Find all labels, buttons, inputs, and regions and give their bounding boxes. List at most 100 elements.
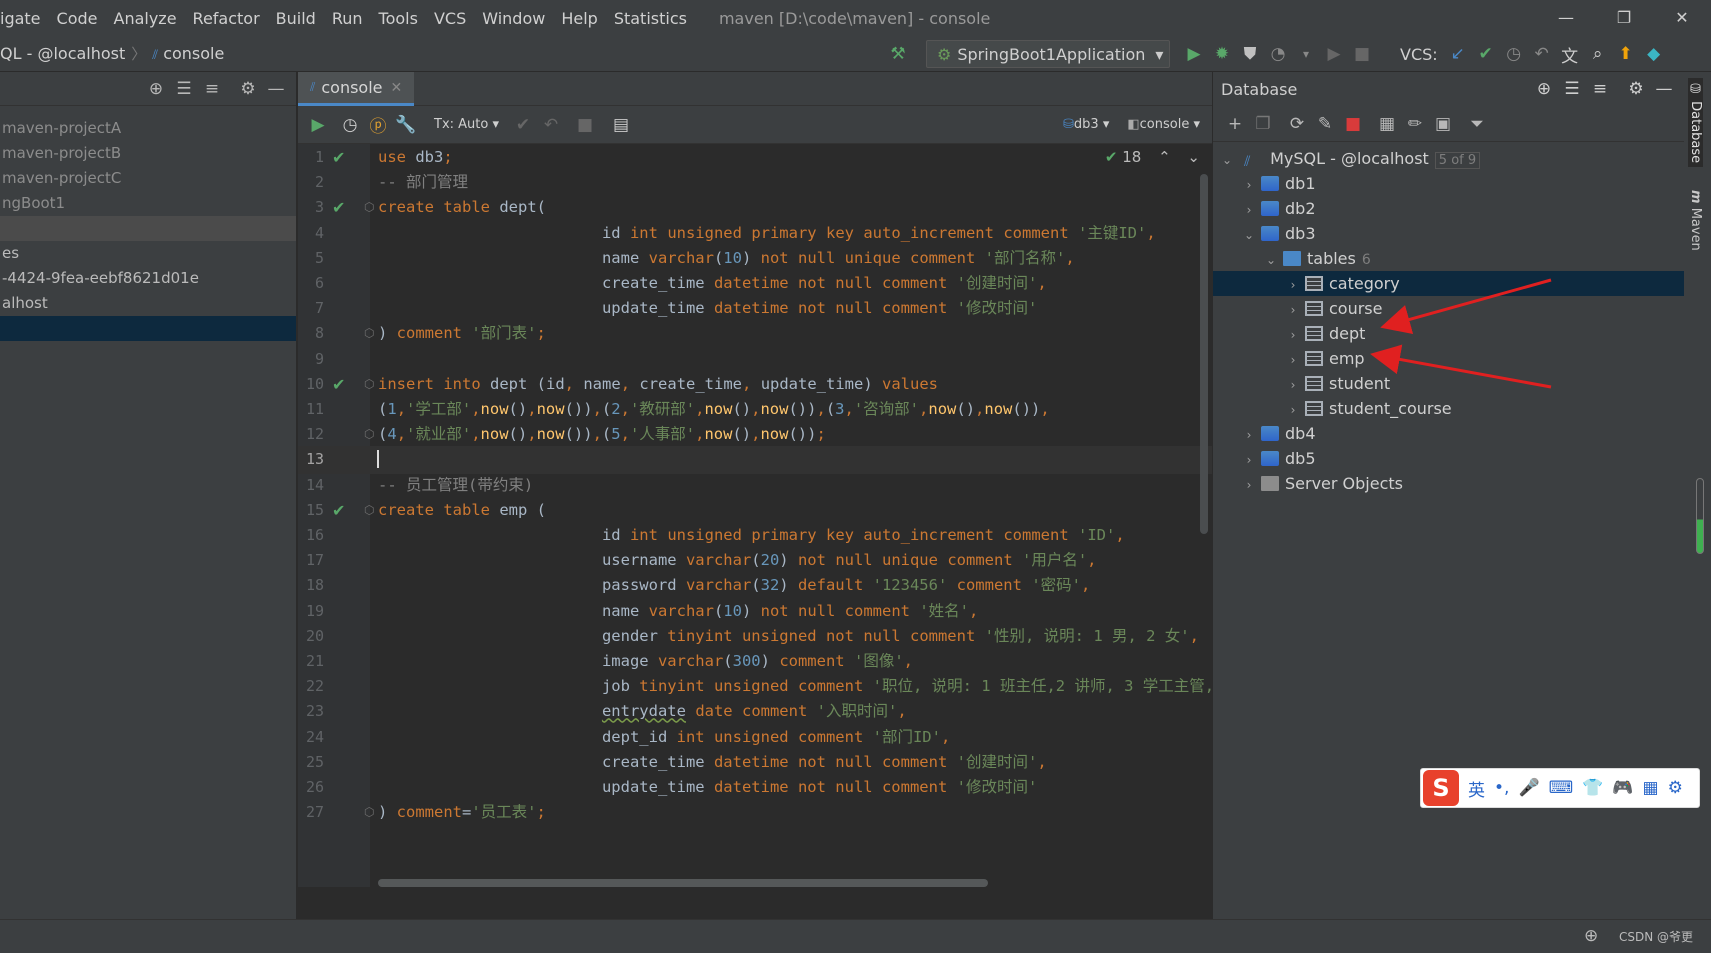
skin-icon[interactable]: 👕 [1582, 778, 1603, 798]
ime-toolbar[interactable]: S 英 •, 🎤 ⌨ 👕 🎮 ▦ ⚙ [1420, 768, 1700, 808]
plugin-icon[interactable]: ◆ [1640, 44, 1668, 64]
debug-icon[interactable]: ✹ [1208, 44, 1236, 64]
session-select[interactable]: ◧console ▾ [1127, 117, 1200, 132]
schema-select[interactable]: ⛁db3 ▾ [1063, 117, 1109, 132]
restore-button[interactable]: ❐ [1595, 0, 1653, 36]
refresh-icon[interactable]: ⟳ [1283, 114, 1311, 134]
tree-item-student[interactable]: › student [1213, 371, 1684, 396]
breadcrumb-connection[interactable]: QL - @localhost [0, 44, 125, 63]
filter-icon[interactable]: ⏷ [1463, 114, 1491, 134]
project-tree-item[interactable]: maven-projectC [0, 166, 296, 191]
attach-icon[interactable]: ▶ [1320, 44, 1348, 64]
table-view-icon[interactable]: ▦ [1373, 114, 1401, 134]
collapse-all-icon[interactable]: ≡ [198, 79, 226, 99]
chevron-right-icon[interactable]: › [1285, 398, 1301, 423]
microphone-icon[interactable]: 🎤 [1518, 778, 1539, 798]
rollback-icon[interactable]: ↶ [1528, 44, 1556, 64]
horizontal-scrollbar[interactable] [378, 879, 988, 887]
settings-icon[interactable]: ⚙ [1668, 778, 1683, 798]
menu-item-refactor[interactable]: Refactor [185, 9, 268, 28]
search-icon[interactable]: ⌕ [1584, 44, 1612, 64]
tree-item-db4[interactable]: › db4 [1213, 421, 1684, 446]
copy-icon[interactable]: ❐ [1249, 114, 1277, 134]
fold-marker-icon[interactable]: ⬡ [364, 799, 374, 827]
coverage-icon[interactable]: ⛊ [1236, 44, 1264, 64]
chevron-right-icon[interactable]: › [1241, 198, 1257, 223]
hide-icon[interactable]: — [1650, 79, 1678, 99]
vcs-update-icon[interactable]: ↙ [1444, 44, 1472, 64]
gear-icon[interactable]: ⚙ [234, 79, 262, 99]
fold-marker-icon[interactable]: ⬡ [364, 371, 374, 399]
menu-item-statistics[interactable]: Statistics [606, 9, 695, 28]
menu-item-igate[interactable]: igate [0, 9, 49, 28]
gear-icon[interactable]: ⚙ [1622, 79, 1650, 99]
project-tree-item[interactable]: maven-projectB [0, 141, 296, 166]
hammer-icon[interactable]: ⚒ [884, 44, 912, 64]
menu-item-analyze[interactable]: Analyze [106, 9, 185, 28]
chevron-right-icon[interactable]: › [1241, 473, 1257, 498]
translate-icon[interactable]: 文 [1556, 42, 1584, 67]
close-icon[interactable]: ✕ [391, 80, 403, 96]
ime-mode[interactable]: 英 [1468, 776, 1485, 801]
stop-icon[interactable]: ■ [1339, 114, 1367, 134]
chevron-right-icon[interactable]: › [1241, 173, 1257, 198]
menu-item-tools[interactable]: Tools [371, 9, 426, 28]
chevron-up-icon[interactable]: ⌃ [1158, 148, 1171, 166]
menu-item-vcs[interactable]: VCS [426, 9, 474, 28]
project-tree-item[interactable] [0, 216, 296, 241]
project-tree-item[interactable] [0, 316, 296, 341]
tree-item-emp[interactable]: › emp [1213, 346, 1684, 371]
menu-item-build[interactable]: Build [268, 9, 324, 28]
expand-all-icon[interactable]: ☰ [1558, 79, 1586, 99]
chevron-right-icon[interactable]: › [1285, 273, 1301, 298]
chevron-down-icon[interactable]: ⌄ [1263, 248, 1279, 273]
tree-item-db5[interactable]: › db5 [1213, 446, 1684, 471]
minimize-button[interactable]: — [1537, 0, 1595, 36]
database-tool-tab[interactable]: ⛁ Database [1688, 78, 1703, 168]
execute-icon[interactable]: ▶ [304, 115, 332, 135]
schema-manage-icon[interactable]: ✎ [1311, 114, 1339, 134]
close-button[interactable]: ✕ [1653, 0, 1711, 36]
tree-item-db2[interactable]: › db2 [1213, 196, 1684, 221]
inspection-widget[interactable]: ✔ 18 ⌃ ⌄ [1105, 148, 1200, 166]
game-icon[interactable]: 🎮 [1612, 778, 1633, 798]
fold-marker-icon[interactable]: ⬡ [364, 194, 374, 222]
punctuation-icon[interactable]: •, [1494, 778, 1509, 798]
tree-item-course[interactable]: › course [1213, 296, 1684, 321]
fold-marker-icon[interactable]: ⬡ [364, 497, 374, 525]
tree-item-student-course[interactable]: › student_course [1213, 396, 1684, 421]
menu-item-window[interactable]: Window [474, 9, 553, 28]
expand-all-icon[interactable]: ☰ [170, 79, 198, 99]
vertical-scrollbar[interactable] [1200, 174, 1208, 534]
menu-item-run[interactable]: Run [324, 9, 371, 28]
project-tree-item[interactable]: maven-projectA [0, 116, 296, 141]
tree-item-db3[interactable]: ⌄ db3 [1213, 221, 1684, 246]
tree-item-server-objects[interactable]: › Server Objects [1213, 471, 1684, 496]
chevron-right-icon[interactable]: › [1241, 423, 1257, 448]
menu-item-code[interactable]: Code [49, 9, 106, 28]
project-tree-item[interactable]: -4424-9fea-eebf8621d01e [0, 266, 296, 291]
tree-connection[interactable]: ⌄ ⫽ MySQL - @localhost 5 of 9 [1213, 146, 1684, 171]
chevron-right-icon[interactable]: › [1285, 298, 1301, 323]
tab-console[interactable]: ⫽ console ✕ [298, 72, 415, 106]
chevron-down-icon[interactable]: ⌄ [1219, 148, 1235, 173]
maven-tool-tab[interactable]: m Maven [1688, 190, 1703, 251]
project-tree-item[interactable]: es [0, 241, 296, 266]
fold-marker-icon[interactable]: ⬡ [364, 421, 374, 449]
chevron-down-icon[interactable]: ⌄ [1187, 148, 1200, 166]
edit-icon[interactable]: ✏ [1401, 114, 1429, 134]
breadcrumb-console[interactable]: ⫽ console [152, 44, 224, 63]
status-icon[interactable]: ⊕ [1584, 926, 1598, 946]
menu-item-help[interactable]: Help [553, 9, 605, 28]
toolbox-icon[interactable]: ▦ [1643, 778, 1659, 798]
results-layout-icon[interactable]: ▤ [607, 115, 635, 135]
chevron-right-icon[interactable]: › [1285, 348, 1301, 373]
chevron-right-icon[interactable]: › [1285, 373, 1301, 398]
locate-icon[interactable]: ⊕ [142, 79, 170, 99]
explain-plan-icon[interactable]: ⓟ [364, 112, 392, 137]
transaction-mode-select[interactable]: Tx: Auto ▾ [434, 117, 499, 132]
collapse-all-icon[interactable]: ≡ [1586, 79, 1614, 99]
hide-icon[interactable]: — [262, 79, 290, 99]
fold-marker-icon[interactable]: ⬡ [364, 320, 374, 348]
tree-item-category[interactable]: › category [1213, 271, 1684, 296]
